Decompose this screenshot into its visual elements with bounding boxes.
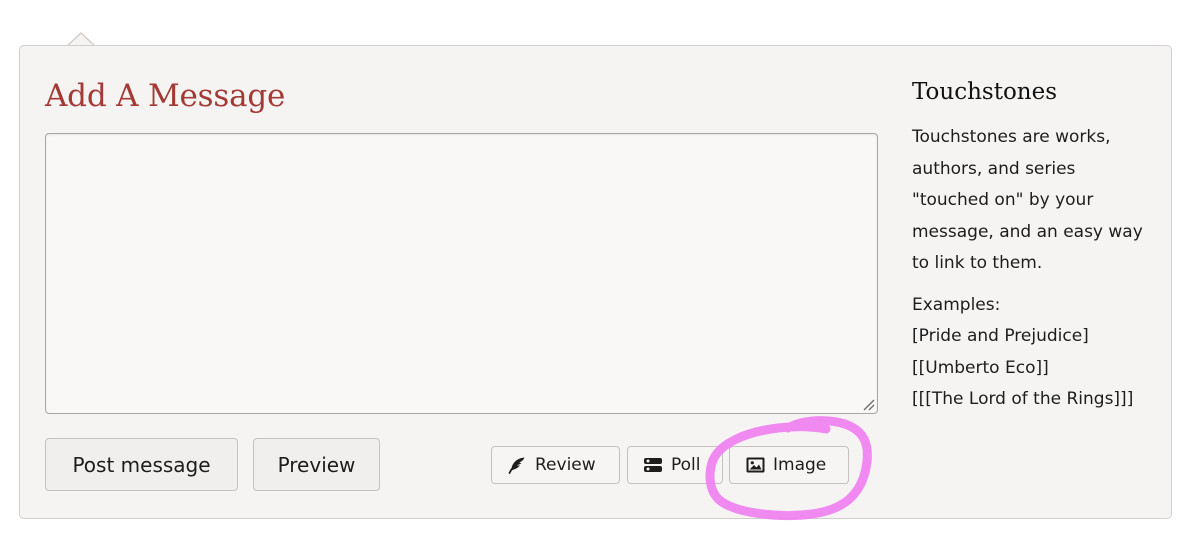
sidebar-description: Touchstones are works, authors, and seri… [912, 127, 1143, 273]
example-item: [[[The Lord of the Rings]]] [912, 389, 1134, 409]
review-button-label: Review [535, 455, 596, 475]
poll-button-label: Poll [671, 455, 701, 475]
image-icon [745, 455, 765, 475]
sidebar-title: Touchstones [912, 79, 1058, 105]
poll-icon [643, 455, 663, 475]
panel-pointer [67, 32, 95, 46]
preview-button[interactable]: Preview [253, 438, 380, 491]
resize-handle-icon[interactable] [861, 397, 875, 411]
message-textarea[interactable] [45, 133, 878, 414]
feather-icon [507, 455, 527, 475]
image-button[interactable]: Image [729, 446, 849, 484]
examples-list: Examples: [Pride and Prejudice] [[Umbert… [912, 290, 1152, 416]
touchstones-sidebar: Touchstones Touchstones are works, autho… [912, 74, 1152, 416]
example-item: [Pride and Prejudice] [912, 326, 1089, 346]
post-message-button[interactable]: Post message [45, 438, 238, 491]
example-item: [[Umberto Eco]] [912, 357, 1049, 378]
page-title: Add A Message [45, 78, 286, 114]
examples-heading: Examples: [912, 294, 1001, 315]
review-button[interactable]: Review [491, 446, 620, 484]
image-button-label: Image [773, 455, 827, 475]
poll-button[interactable]: Poll [627, 446, 723, 484]
